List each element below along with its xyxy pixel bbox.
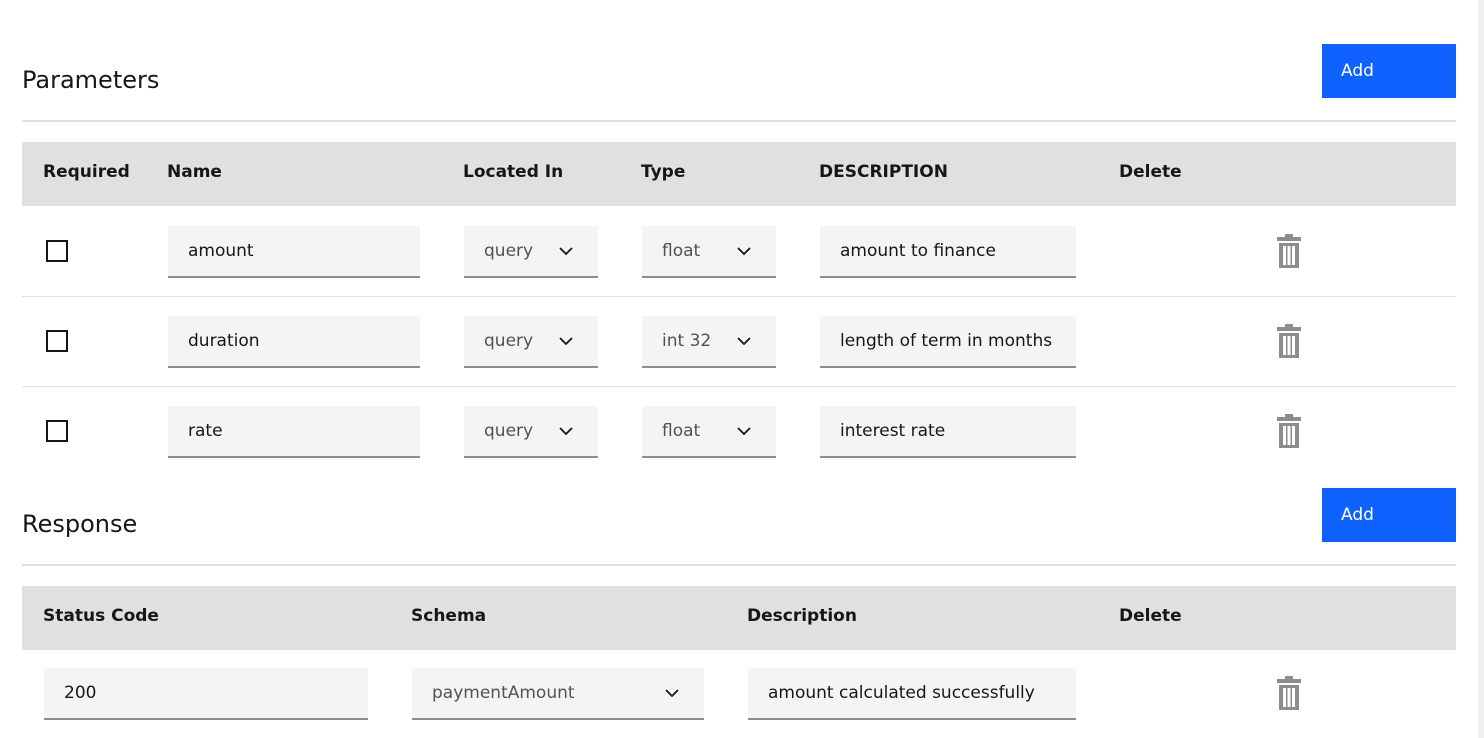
type-select[interactable]: int 32 bbox=[642, 316, 776, 368]
header-type: Type bbox=[641, 162, 686, 182]
table-row: paymentAmount bbox=[22, 650, 1456, 738]
name-input[interactable] bbox=[168, 316, 420, 368]
header-status-code: Status Code bbox=[43, 606, 159, 626]
located-in-select[interactable]: query bbox=[464, 316, 598, 368]
type-value: float bbox=[662, 421, 701, 441]
description-input[interactable] bbox=[820, 226, 1076, 278]
description-input[interactable] bbox=[820, 316, 1076, 368]
schema-select[interactable]: paymentAmount bbox=[412, 668, 704, 720]
located-in-select[interactable]: query bbox=[464, 226, 598, 278]
required-checkbox[interactable] bbox=[46, 240, 68, 262]
trash-icon[interactable] bbox=[1277, 324, 1301, 358]
trash-icon[interactable] bbox=[1277, 234, 1301, 268]
schema-value: paymentAmount bbox=[432, 683, 575, 703]
table-row: query int 32 bbox=[22, 297, 1456, 387]
chevron-down-icon bbox=[559, 337, 573, 346]
trash-icon[interactable] bbox=[1277, 676, 1301, 710]
located-in-value: query bbox=[484, 421, 534, 441]
header-located-in: Located In bbox=[463, 162, 564, 182]
type-select[interactable]: float bbox=[642, 226, 776, 278]
located-in-value: query bbox=[484, 331, 534, 351]
name-input[interactable] bbox=[168, 226, 420, 278]
chevron-down-icon bbox=[559, 427, 573, 436]
status-code-input[interactable] bbox=[44, 668, 368, 720]
chevron-down-icon bbox=[665, 689, 679, 698]
parameters-title: Parameters bbox=[22, 66, 160, 94]
located-in-select[interactable]: query bbox=[464, 406, 598, 458]
add-parameter-button[interactable]: Add bbox=[1322, 44, 1456, 98]
header-delete: Delete bbox=[1119, 162, 1182, 182]
header-description: DESCRIPTION bbox=[819, 162, 948, 182]
response-title: Response bbox=[22, 510, 138, 538]
header-delete: Delete bbox=[1119, 606, 1182, 626]
description-input[interactable] bbox=[820, 406, 1076, 458]
located-in-value: query bbox=[484, 241, 534, 261]
chevron-down-icon bbox=[737, 247, 751, 256]
required-checkbox[interactable] bbox=[46, 420, 68, 442]
response-table-header: Status Code Schema Description Delete bbox=[22, 586, 1456, 650]
table-row: query float bbox=[22, 207, 1456, 297]
header-schema: Schema bbox=[411, 606, 487, 626]
type-value: float bbox=[662, 241, 701, 261]
type-value: int 32 bbox=[662, 331, 712, 351]
trash-icon[interactable] bbox=[1277, 414, 1301, 448]
chevron-down-icon bbox=[737, 337, 751, 346]
required-checkbox[interactable] bbox=[46, 330, 68, 352]
chevron-down-icon bbox=[737, 427, 751, 436]
add-response-button[interactable]: Add bbox=[1322, 488, 1456, 542]
parameters-table-header: Required Name Located In Type DESCRIPTIO… bbox=[22, 142, 1456, 206]
chevron-down-icon bbox=[559, 247, 573, 256]
type-select[interactable]: float bbox=[642, 406, 776, 458]
response-description-input[interactable] bbox=[748, 668, 1076, 720]
scrollbar[interactable] bbox=[1478, 0, 1484, 738]
divider bbox=[22, 120, 1456, 122]
header-description: Description bbox=[747, 606, 857, 626]
table-row: query float bbox=[22, 387, 1456, 477]
header-required: Required bbox=[43, 162, 130, 182]
header-name: Name bbox=[167, 162, 222, 182]
divider bbox=[22, 564, 1456, 566]
name-input[interactable] bbox=[168, 406, 420, 458]
